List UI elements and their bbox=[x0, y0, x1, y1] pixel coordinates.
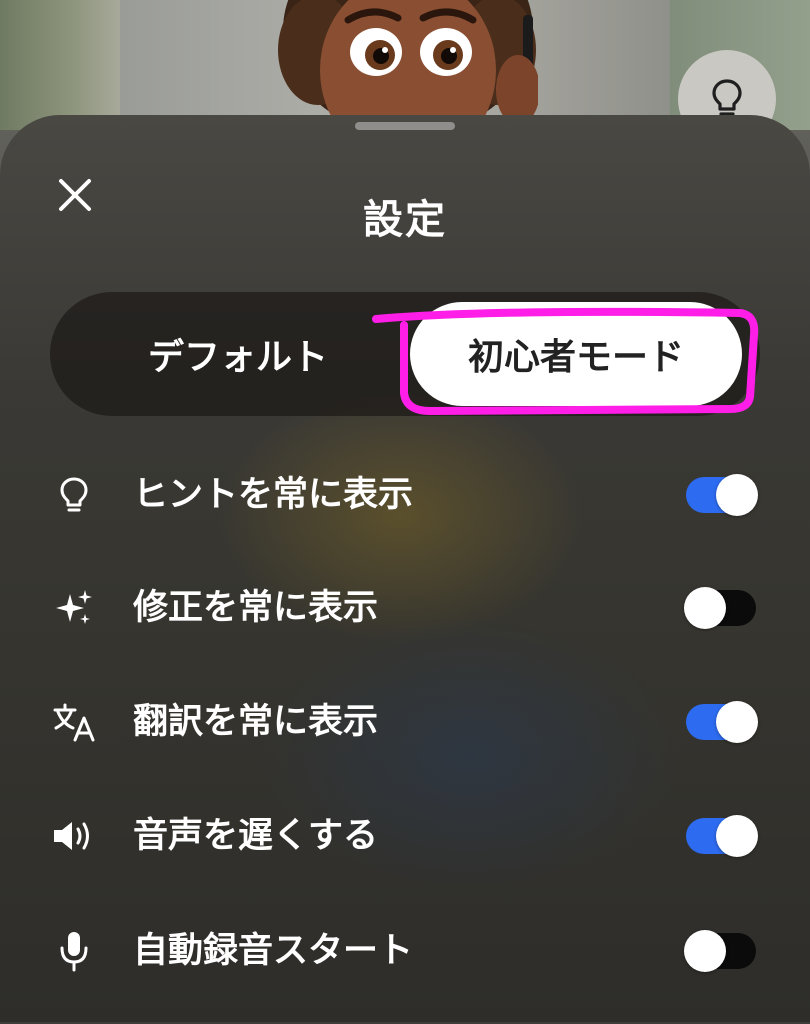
setting-row-show-corrections: 修正を常に表示 bbox=[0, 578, 810, 638]
mode-option-label: 初心者モード bbox=[467, 337, 684, 378]
mode-selector: デフォルト 初心者モード bbox=[50, 292, 760, 416]
page-title: 設定 bbox=[363, 197, 447, 243]
toggle-show-hints[interactable] bbox=[686, 474, 758, 516]
toggle-knob bbox=[716, 815, 758, 857]
setting-label: ヒントを常に表示 bbox=[133, 475, 414, 515]
speaker-icon bbox=[52, 814, 96, 858]
drag-handle[interactable] bbox=[355, 122, 455, 130]
setting-row-auto-record: 自動録音スタート bbox=[0, 921, 810, 981]
setting-label: 修正を常に表示 bbox=[133, 588, 379, 628]
mode-option-default[interactable]: デフォルト bbox=[68, 302, 408, 406]
microphone-icon bbox=[52, 929, 96, 973]
setting-label: 自動録音スタート bbox=[133, 931, 414, 971]
lightbulb-icon bbox=[712, 79, 742, 116]
background-window bbox=[0, 0, 120, 130]
toggle-knob bbox=[716, 701, 758, 743]
mode-option-label: デフォルト bbox=[147, 337, 328, 378]
toggle-knob bbox=[716, 474, 758, 516]
toggle-auto-record[interactable] bbox=[684, 930, 756, 972]
translate-icon bbox=[52, 700, 96, 744]
app-screen: 設定 デフォルト 初心者モード ヒントを常に表示 修正を常に表示 翻訳を常に表示… bbox=[0, 0, 810, 1024]
setting-label: 音声を遅くする bbox=[133, 816, 379, 856]
toggle-knob bbox=[684, 930, 726, 972]
toggle-knob bbox=[684, 587, 726, 629]
mode-option-beginner[interactable]: 初心者モード bbox=[410, 302, 742, 406]
settings-sheet: 設定 デフォルト 初心者モード ヒントを常に表示 修正を常に表示 翻訳を常に表示… bbox=[0, 115, 810, 1024]
lightbulb-icon bbox=[52, 473, 96, 517]
setting-row-show-hints: ヒントを常に表示 bbox=[0, 465, 810, 525]
sparkles-icon bbox=[52, 586, 96, 630]
toggle-show-translation[interactable] bbox=[686, 701, 758, 743]
setting-row-show-translation: 翻訳を常に表示 bbox=[0, 692, 810, 752]
toggle-show-corrections[interactable] bbox=[684, 587, 756, 629]
setting-label: 翻訳を常に表示 bbox=[133, 702, 379, 742]
toggle-slow-audio[interactable] bbox=[686, 815, 758, 857]
setting-row-slow-audio: 音声を遅くする bbox=[0, 806, 810, 866]
